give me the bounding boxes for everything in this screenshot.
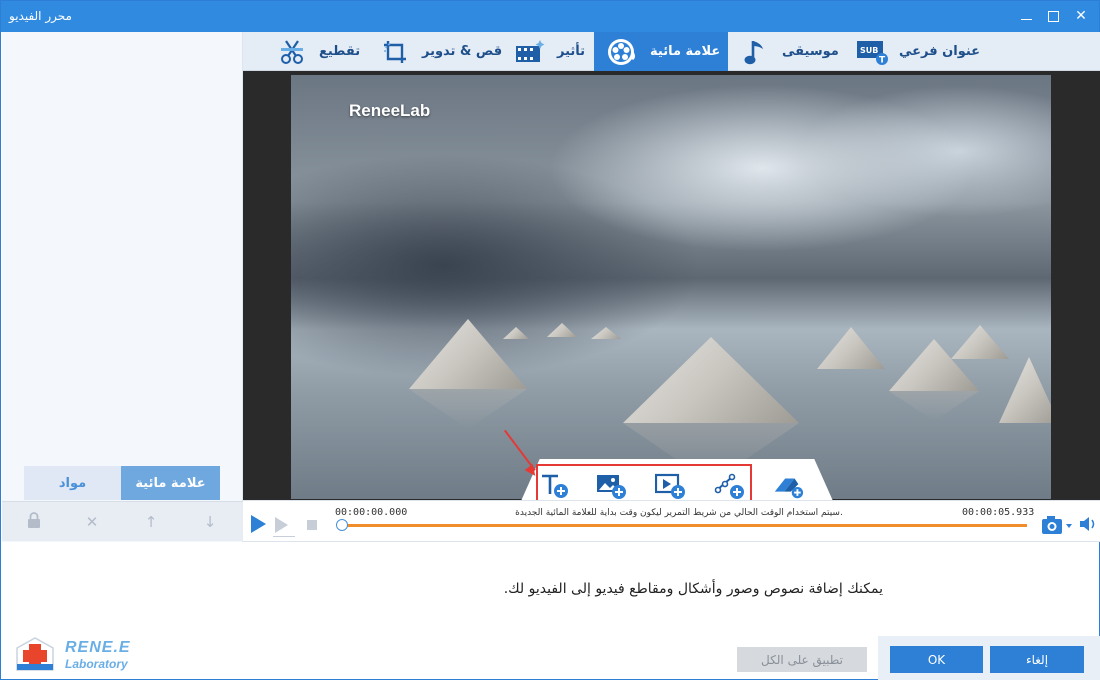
timeline-bar: 00:00:00.000 سيتم استخدام الوقت الحالي م… [243,500,1100,542]
crop-rotate-icon [378,37,412,67]
left-panel-tabs: مواد علامة مائية [24,466,220,500]
left-panel: مواد علامة مائية ✕ ↑ ↓ [2,32,243,542]
tab-effect[interactable]: تأثير [513,32,585,71]
tab-label-watermark: علامة مائية [650,44,721,59]
play-segment-base [273,536,295,537]
timeline-hint: سيتم استخدام الوقت الحالي من شريط التمري… [515,508,843,518]
left-panel-toolbar: ✕ ↑ ↓ [2,501,243,541]
add-shape-icon[interactable] [714,471,746,501]
tab-materials[interactable]: مواد [24,466,121,500]
play-segment-button[interactable] [275,517,288,533]
salt-mound [547,323,577,337]
watermark-description: يمكنك إضافة نصوص وصور وأشكال ومقاطع فيدي… [503,581,883,597]
title-bar: محرر الفيديو ✕ [1,1,1099,32]
tab-crop-rotate[interactable]: قص & تدوير [378,32,502,71]
subtitle-icon: SUB T [855,37,889,67]
watermark-icon [606,37,640,67]
stop-button[interactable] [307,520,317,530]
svg-text:SUB: SUB [860,46,878,55]
logo-subtext: Laboratory [65,657,128,671]
rene-logo-icon [13,634,57,674]
arrow-up-icon[interactable]: ↑ [141,512,161,532]
volume-icon[interactable] [1079,516,1097,532]
add-image-icon[interactable] [596,471,628,501]
salt-mound-reflection [409,389,527,429]
tab-watermark[interactable]: علامة مائية [594,32,729,71]
maximize-button[interactable] [1044,7,1062,25]
tab-label-trim: تقطيع [319,44,361,59]
timeline-slider[interactable] [341,524,1027,527]
ok-button[interactable]: OK [890,646,983,673]
add-video-icon[interactable] [655,471,687,501]
close-icon[interactable]: ✕ [82,512,102,532]
salt-mound [591,327,621,339]
end-time: 00:00:05.933 [962,507,1035,518]
tab-music[interactable]: موسيقى [738,32,839,71]
play-button[interactable] [251,515,266,533]
apply-all-button[interactable]: تطبيق على الكل [737,647,867,672]
feature-tab-bar: تقطيع قص & تدوير تأثير علامة مائية موسيق… [243,32,1100,71]
tab-subtitle[interactable]: SUB T عنوان فرعي [855,32,980,71]
svg-text:T: T [879,55,886,65]
lock-icon[interactable] [24,512,44,532]
salt-mound [409,319,527,389]
timeline-slider-handle[interactable] [336,519,348,531]
current-time: 00:00:00.000 [335,507,408,518]
salt-mound-reflection [889,391,979,421]
close-window-button[interactable]: ✕ [1072,7,1090,25]
minimize-button[interactable] [1017,7,1035,25]
tab-label-effect: تأثير [557,44,586,59]
window-title: محرر الفيديو [9,9,72,23]
video-editor-window: محرر الفيديو ✕ مواد علامة مائية ✕ ↑ ↓ تق… [0,0,1100,680]
eraser-icon[interactable] [772,471,804,501]
cancel-button[interactable]: إلغاء [990,646,1084,673]
salt-mound [623,337,799,423]
trim-icon [275,37,309,67]
logo-text: RENE.E [65,639,131,656]
tab-label-crop-rotate: قص & تدوير [422,44,503,59]
salt-mound [999,357,1051,423]
snapshot-camera-icon[interactable] [1041,515,1072,534]
salt-mound [503,327,529,339]
salt-mound [817,327,885,369]
tab-trim[interactable]: تقطيع [275,32,360,71]
arrow-down-icon[interactable]: ↓ [200,512,220,532]
effect-icon [513,37,547,67]
salt-mound [951,325,1009,359]
watermark-text-overlay[interactable]: ReneeLab [349,101,430,121]
tab-watermark-list[interactable]: علامة مائية [121,466,220,500]
tab-label-music: موسيقى [782,44,839,59]
add-text-icon[interactable] [539,471,571,501]
tab-label-subtitle: عنوان فرعي [899,44,981,59]
video-preview: ReneeLab [291,75,1051,499]
music-icon [738,37,772,67]
